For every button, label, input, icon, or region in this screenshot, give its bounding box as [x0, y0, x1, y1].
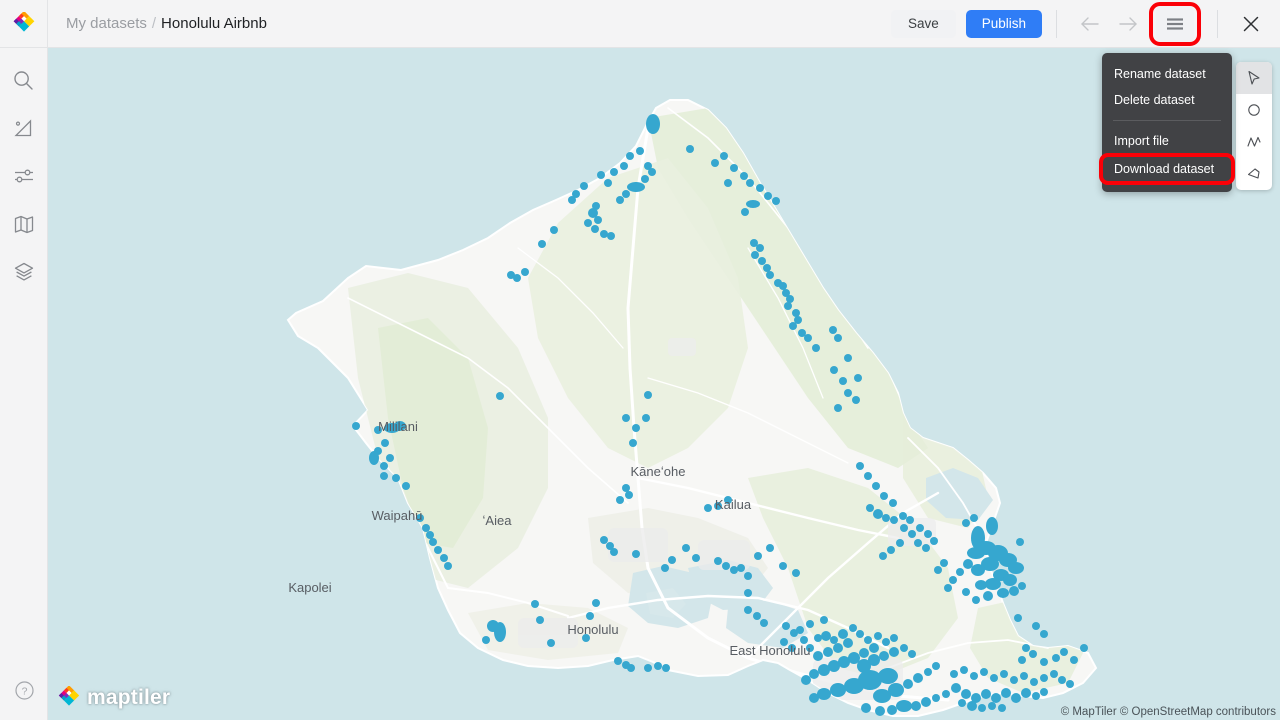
arrow-right-icon [1119, 16, 1137, 31]
search-icon [14, 70, 33, 90]
left-sidebar: ? [0, 48, 48, 720]
polygon-icon [1247, 168, 1260, 179]
header-actions: Save Publish [890, 0, 1280, 47]
sidebar-item-settings[interactable] [4, 156, 44, 196]
menu-item-delete-dataset[interactable]: Delete dataset [1102, 87, 1232, 113]
menu-item-download-highlight-wrapper: Download dataset [1099, 153, 1235, 185]
close-button[interactable] [1232, 5, 1270, 43]
cursor-arrow-icon [1248, 70, 1260, 85]
menu-item-import-file[interactable]: Import file [1102, 128, 1232, 154]
svg-text:East Honolulu: East Honolulu [730, 643, 811, 658]
publish-button[interactable]: Publish [965, 9, 1042, 38]
header-divider-1 [1056, 9, 1057, 38]
menu-item-rename-dataset[interactable]: Rename dataset [1102, 61, 1232, 87]
svg-text:Kāneʻohe: Kāneʻohe [631, 464, 686, 479]
svg-text:Waipahū: Waipahū [372, 508, 423, 523]
maptiler-wordmark: maptiler [87, 686, 171, 709]
svg-text:ʻAiea: ʻAiea [483, 513, 513, 528]
sidebar-item-help[interactable]: ? [4, 670, 44, 710]
breadcrumb-current: Honolulu Airbnb [161, 15, 267, 32]
svg-text:Mililani: Mililani [378, 419, 418, 434]
svg-text:Kailua: Kailua [715, 497, 752, 512]
menu-button-highlight-wrapper [1149, 1, 1201, 46]
map-attribution[interactable]: © MapTiler © OpenStreetMap contributors [1061, 706, 1276, 718]
app-logo[interactable] [0, 0, 48, 47]
circle-icon [1248, 104, 1260, 116]
top-header: My datasets / Honolulu Airbnb Save Publi… [0, 0, 1280, 48]
map-canvas[interactable]: Mililani Waipahū ʻAiea Kapolei Honolulu … [48, 48, 1280, 720]
save-button[interactable]: Save [890, 9, 956, 38]
map-icon [14, 215, 33, 233]
dataset-dropdown-menu: Rename dataset Delete dataset Import fil… [1099, 53, 1235, 192]
sliders-icon [14, 169, 33, 183]
hamburger-menu-button[interactable] [1156, 4, 1194, 43]
layers-icon [14, 262, 33, 281]
hamburger-menu-icon [1167, 17, 1183, 30]
draw-tool-point[interactable] [1236, 94, 1272, 126]
menu-item-download-dataset[interactable]: Download dataset [1102, 156, 1232, 182]
question-circle-icon: ? [14, 680, 34, 700]
draw-tool-select[interactable] [1236, 62, 1272, 94]
undo-button[interactable] [1071, 5, 1109, 43]
map-render: Mililani Waipahū ʻAiea Kapolei Honolulu … [48, 48, 1280, 720]
svg-text:Kapolei: Kapolei [288, 580, 331, 595]
maptiler-watermark[interactable]: maptiler [58, 686, 170, 710]
maptiler-logo-icon [13, 11, 34, 32]
draw-tool-polygon[interactable] [1236, 158, 1272, 190]
classification-icon [14, 118, 32, 136]
app-root: Mililani Waipahū ʻAiea Kapolei Honolulu … [0, 0, 1280, 720]
maptiler-logo-icon [58, 686, 80, 706]
arrow-left-icon [1081, 16, 1099, 31]
redo-button[interactable] [1109, 5, 1147, 43]
sidebar-item-map[interactable] [4, 204, 44, 244]
sidebar-item-search[interactable] [4, 60, 44, 100]
menu-divider [1113, 120, 1221, 121]
close-icon [1243, 16, 1259, 31]
header-divider-2 [1217, 9, 1218, 38]
breadcrumb-separator: / [151, 15, 157, 32]
svg-text:Honolulu: Honolulu [567, 622, 618, 637]
sidebar-item-layers[interactable] [4, 252, 44, 292]
svg-text:?: ? [21, 685, 27, 697]
sidebar-item-data-classification[interactable] [4, 108, 44, 148]
polyline-icon [1247, 136, 1261, 147]
breadcrumb: My datasets / Honolulu Airbnb [66, 15, 267, 32]
draw-toolbar [1236, 62, 1272, 190]
breadcrumb-parent[interactable]: My datasets [66, 15, 147, 32]
draw-tool-line[interactable] [1236, 126, 1272, 158]
